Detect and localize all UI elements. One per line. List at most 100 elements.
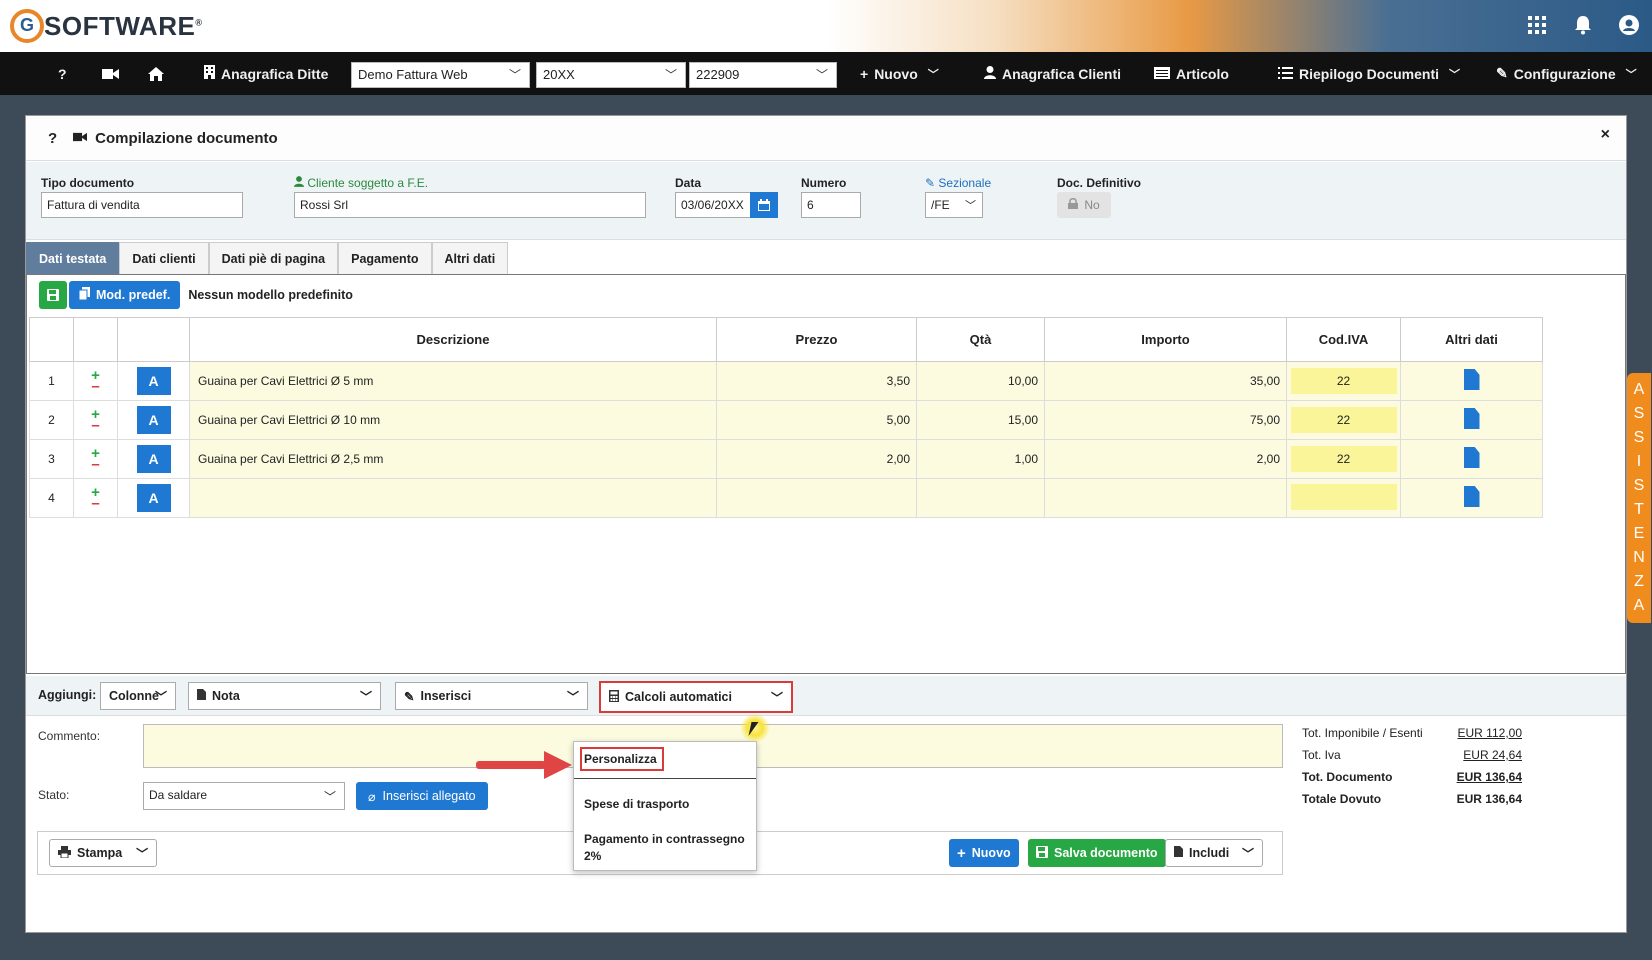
colonne-label: Colonne bbox=[109, 689, 159, 703]
menu-item-spese-trasporto[interactable]: Spese di trasporto bbox=[584, 797, 689, 811]
tab-dati-pie-di-pagina[interactable]: Dati piè di pagina bbox=[208, 242, 339, 274]
descrizione-cell[interactable]: Guaina per Cavi Elettrici Ø 5 mm bbox=[189, 361, 717, 401]
mod-predef-button[interactable]: Mod. predef. bbox=[69, 281, 181, 309]
nav-anagrafica-clienti[interactable]: Anagrafica Clienti bbox=[984, 52, 1121, 95]
nota-select[interactable]: Nota ﹀ bbox=[188, 682, 381, 710]
minus-icon[interactable]: – bbox=[74, 496, 117, 511]
cliente-field[interactable]: Rossi Srl bbox=[294, 192, 646, 218]
importo-cell[interactable]: 75,00 bbox=[1044, 400, 1287, 440]
panel-header: ? Compilazione documento bbox=[26, 116, 1626, 161]
tot-documento-value[interactable]: EUR 136,64 bbox=[1457, 770, 1522, 784]
video-icon[interactable] bbox=[102, 52, 119, 95]
tab-dati-clienti[interactable]: Dati clienti bbox=[119, 242, 209, 274]
stato-select[interactable]: Da saldare ﹀ bbox=[143, 782, 345, 810]
person-icon bbox=[294, 176, 307, 190]
codice-select[interactable]: 222909 ﹀ bbox=[689, 62, 837, 88]
cod-iva-cell[interactable]: 22 bbox=[1286, 400, 1401, 440]
calendar-icon[interactable] bbox=[750, 192, 778, 218]
minus-icon[interactable]: – bbox=[74, 379, 117, 394]
document-icon[interactable] bbox=[1463, 447, 1480, 468]
panel-title: Compilazione documento bbox=[95, 129, 278, 147]
colonne-select[interactable]: Colonne ﹀ bbox=[100, 682, 176, 710]
assistenza-tab[interactable]: A S S I S T E N Z A bbox=[1627, 373, 1651, 623]
logo: G SOFTWARE® bbox=[10, 9, 202, 43]
tot-imponibile-value[interactable]: EUR 112,00 bbox=[1458, 726, 1522, 740]
video-icon[interactable] bbox=[73, 131, 88, 145]
prezzo-cell[interactable] bbox=[716, 478, 917, 518]
home-icon[interactable] bbox=[148, 52, 164, 95]
tot-iva-value[interactable]: EUR 24,64 bbox=[1463, 748, 1522, 762]
lock-icon bbox=[1068, 197, 1079, 212]
minus-icon[interactable]: – bbox=[74, 418, 117, 433]
descrizione-cell[interactable] bbox=[189, 478, 717, 518]
menu-item-contrassegno[interactable]: Pagamento in contrassegno 2% bbox=[584, 832, 745, 863]
qta-cell[interactable] bbox=[916, 478, 1045, 518]
cod-iva-cell[interactable]: 22 bbox=[1286, 361, 1401, 401]
importo-cell[interactable]: 2,00 bbox=[1044, 439, 1287, 479]
nav-configurazione[interactable]: ✎ Configurazione ﹀ bbox=[1496, 52, 1637, 95]
bell-icon[interactable] bbox=[1572, 14, 1594, 36]
row-type-button[interactable]: A bbox=[136, 406, 171, 434]
logo-ring: G bbox=[10, 9, 44, 43]
prezzo-cell[interactable]: 2,00 bbox=[716, 439, 917, 479]
salva-documento-button[interactable]: Salva documento bbox=[1028, 839, 1166, 867]
cod-iva-cell[interactable] bbox=[1286, 478, 1401, 518]
document-icon[interactable] bbox=[1463, 369, 1480, 390]
cliente-label-text: Cliente soggetto a F.E. bbox=[307, 176, 429, 190]
cod-iva-value: 22 bbox=[1290, 368, 1397, 394]
prezzo-cell[interactable]: 3,50 bbox=[716, 361, 917, 401]
importo-cell[interactable]: 35,00 bbox=[1044, 361, 1287, 401]
tab-dati-testata[interactable]: Dati testata bbox=[26, 242, 120, 274]
nav-articolo[interactable]: Articolo bbox=[1154, 52, 1229, 95]
data-field[interactable]: 03/06/20XX bbox=[675, 192, 751, 218]
row-type-button[interactable]: A bbox=[136, 367, 171, 395]
qta-cell[interactable]: 1,00 bbox=[916, 439, 1045, 479]
ditta-select[interactable]: Demo Fattura Web ﹀ bbox=[351, 62, 530, 88]
nav-nuovo[interactable]: + Nuovo ﹀ bbox=[860, 52, 939, 95]
sezionale-select[interactable]: /FE ﹀ bbox=[925, 192, 983, 218]
qta-cell[interactable]: 10,00 bbox=[916, 361, 1045, 401]
tab-pagamento[interactable]: Pagamento bbox=[338, 242, 432, 274]
sezionale-label[interactable]: ✎ Sezionale bbox=[925, 176, 991, 190]
user-icon[interactable] bbox=[1618, 14, 1640, 36]
row-type-button[interactable]: A bbox=[136, 484, 171, 512]
nuovo-button[interactable]: + Nuovo bbox=[949, 839, 1019, 867]
document-lines-area: Mod. predef. Nessun modello predefinito … bbox=[26, 274, 1626, 674]
prezzo-cell[interactable]: 5,00 bbox=[716, 400, 917, 440]
menu-item-personalizza[interactable]: Personalizza bbox=[584, 752, 657, 766]
nav-anagrafica-clienti-label: Anagrafica Clienti bbox=[1002, 65, 1122, 82]
numero-field[interactable]: 6 bbox=[801, 192, 861, 218]
panel-help-icon[interactable]: ? bbox=[48, 130, 57, 147]
doc-definitivo-toggle[interactable]: No bbox=[1057, 192, 1111, 218]
qta-cell[interactable]: 15,00 bbox=[916, 400, 1045, 440]
inserisci-select[interactable]: ✎ Inserisci ﹀ bbox=[395, 682, 588, 710]
nav-riepilogo-documenti[interactable]: Riepilogo Documenti ﹀ bbox=[1278, 52, 1460, 95]
tab-altri-dati[interactable]: Altri dati bbox=[431, 242, 509, 274]
help-link[interactable]: ? bbox=[58, 52, 67, 95]
document-icon[interactable] bbox=[1463, 486, 1480, 507]
table-row: 2 + – A Guaina per Cavi Elettrici Ø 10 mm… bbox=[29, 400, 1543, 440]
close-icon[interactable]: × bbox=[1601, 126, 1610, 144]
includi-button[interactable]: Includi ﹀ bbox=[1165, 839, 1263, 867]
importo-cell[interactable] bbox=[1044, 478, 1287, 518]
nav-anagrafica-ditte-label: Anagrafica Ditte bbox=[221, 65, 329, 82]
nav-anagrafica-ditte[interactable]: Anagrafica Ditte bbox=[204, 52, 328, 95]
calcoli-automatici-select[interactable]: Calcoli automatici ﹀ bbox=[599, 681, 793, 713]
cod-iva-cell[interactable]: 22 bbox=[1286, 439, 1401, 479]
minus-icon[interactable]: – bbox=[74, 457, 117, 472]
anno-select[interactable]: 20XX ﹀ bbox=[536, 62, 686, 88]
copy-icon bbox=[78, 287, 90, 303]
col-type bbox=[117, 317, 190, 362]
apps-grid-icon[interactable] bbox=[1526, 14, 1548, 36]
inserisci-allegato-button[interactable]: ⌀ Inserisci allegato bbox=[356, 782, 488, 810]
barcode-icon bbox=[1154, 66, 1170, 82]
row-type-button[interactable]: A bbox=[136, 445, 171, 473]
tipo-documento-field[interactable]: Fattura di vendita bbox=[41, 192, 243, 218]
save-model-button[interactable] bbox=[39, 281, 67, 309]
stampa-button[interactable]: Stampa ﹀ bbox=[49, 839, 158, 867]
row-type-cell: A bbox=[117, 400, 190, 440]
descrizione-cell[interactable]: Guaina per Cavi Elettrici Ø 10 mm bbox=[189, 400, 717, 440]
person-icon bbox=[984, 65, 996, 82]
document-icon[interactable] bbox=[1463, 408, 1480, 429]
descrizione-cell[interactable]: Guaina per Cavi Elettrici Ø 2,5 mm bbox=[189, 439, 717, 479]
